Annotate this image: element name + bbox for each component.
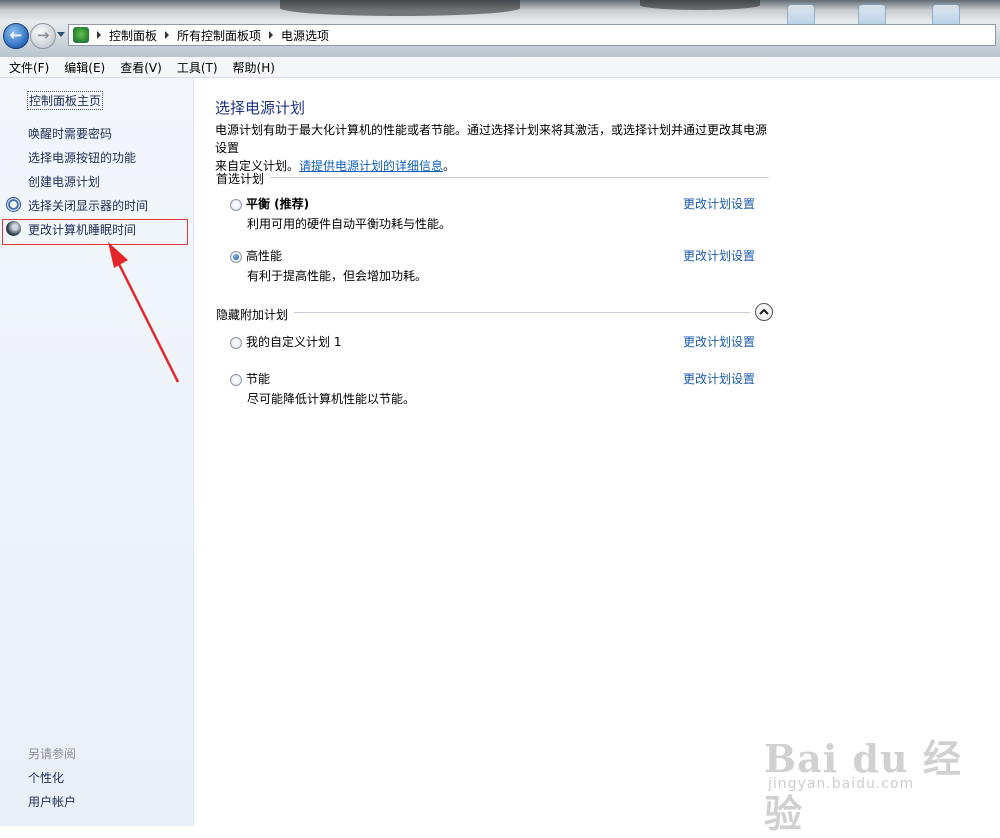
hidden-plans-heading: 隐藏附加计划: [216, 308, 289, 322]
breadcrumb-separator-icon[interactable]: [97, 31, 101, 39]
plan-balanced-radio[interactable]: [230, 199, 242, 211]
menu-edit[interactable]: 编辑(E): [55, 59, 111, 76]
plan-custom-radio[interactable]: [230, 337, 242, 349]
sidebar-item-user-accounts[interactable]: 用户帐户: [28, 793, 76, 810]
plan-high-performance-radio[interactable]: [230, 251, 242, 263]
sidebar: 控制面板主页 唤醒时需要密码 选择电源按钮的功能 创建电源计划 选择关闭显示器的…: [0, 78, 194, 826]
address-bar[interactable]: 控制面板 所有控制面板项 电源选项: [68, 24, 996, 46]
plan-high-performance-change-link[interactable]: 更改计划设置: [683, 247, 755, 264]
page-description: 电源计划有助于最大化计算机的性能或者节能。通过选择计划来将其激活，或选择计划并通…: [215, 121, 775, 175]
recent-pages-dropdown-icon[interactable]: [57, 32, 65, 37]
title-bar: ← → 控制面板 所有控制面板项 电源选项: [0, 0, 1000, 57]
highlight-box: [2, 219, 188, 245]
plan-high-performance-desc: 有利于提高性能，但会增加功耗。: [247, 269, 428, 283]
plan-high-performance-name[interactable]: 高性能: [246, 247, 282, 264]
plan-power-saver-radio[interactable]: [230, 374, 242, 386]
back-arrow-icon[interactable]: ←: [3, 23, 29, 49]
plan-balanced-change-link[interactable]: 更改计划设置: [683, 195, 755, 212]
plan-power-saver-name[interactable]: 节能: [246, 370, 270, 387]
plan-custom-change-link[interactable]: 更改计划设置: [683, 333, 755, 350]
background-blur: [640, 0, 760, 10]
breadcrumb-separator-icon[interactable]: [165, 31, 170, 39]
section-divider: [270, 177, 769, 178]
plan-details-link[interactable]: 请提供电源计划的详细信息: [299, 159, 443, 173]
baidu-watermark: Bai du 经验 jingyan.baidu.com: [764, 728, 1000, 838]
menu-bar: 文件(F) 编辑(E) 查看(V) 工具(T) 帮助(H): [0, 57, 1000, 78]
menu-help[interactable]: 帮助(H): [224, 59, 281, 76]
control-panel-icon: [73, 27, 89, 43]
breadcrumb-control-panel[interactable]: 控制面板: [109, 27, 157, 44]
watermark-url: jingyan.baidu.com: [768, 776, 915, 792]
background-blur: [280, 0, 520, 16]
chevron-up-icon[interactable]: [755, 303, 773, 321]
sidebar-item-display-off[interactable]: 选择关闭显示器的时间: [28, 197, 148, 214]
sidebar-item-create-plan[interactable]: 创建电源计划: [28, 173, 100, 190]
sidebar-home-link[interactable]: 控制面板主页: [27, 91, 104, 110]
sidebar-item-power-buttons[interactable]: 选择电源按钮的功能: [28, 149, 136, 166]
preferred-plans-heading: 首选计划: [216, 172, 265, 186]
description-text: 电源计划有助于最大化计算机的性能或者节能。通过选择计划来将其激活，或选择计划并通…: [215, 123, 768, 155]
see-also-heading: 另请参阅: [28, 747, 77, 761]
plan-power-saver-desc: 尽可能降低计算机性能以节能。: [247, 392, 416, 406]
section-divider: [294, 312, 750, 313]
menu-file[interactable]: 文件(F): [0, 59, 55, 76]
plan-balanced-desc: 利用可用的硬件自动平衡功耗与性能。: [247, 217, 452, 231]
page-title: 选择电源计划: [215, 99, 306, 117]
sidebar-item-wake-password[interactable]: 唤醒时需要密码: [28, 125, 112, 142]
breadcrumb-separator-icon[interactable]: [269, 31, 274, 39]
menu-view[interactable]: 查看(V): [111, 59, 168, 76]
plan-power-saver-change-link[interactable]: 更改计划设置: [683, 370, 755, 387]
plan-custom-name[interactable]: 我的自定义计划 1: [246, 333, 341, 350]
menu-tools[interactable]: 工具(T): [168, 59, 224, 76]
plan-balanced-name[interactable]: 平衡 (推荐): [246, 195, 309, 212]
breadcrumb-power-options[interactable]: 电源选项: [281, 27, 329, 44]
forward-arrow-icon[interactable]: →: [30, 23, 56, 49]
description-text: 。: [443, 159, 456, 173]
sidebar-item-personalization[interactable]: 个性化: [28, 769, 64, 786]
breadcrumb-all-items[interactable]: 所有控制面板项: [177, 27, 261, 44]
clock-icon: [6, 197, 21, 212]
